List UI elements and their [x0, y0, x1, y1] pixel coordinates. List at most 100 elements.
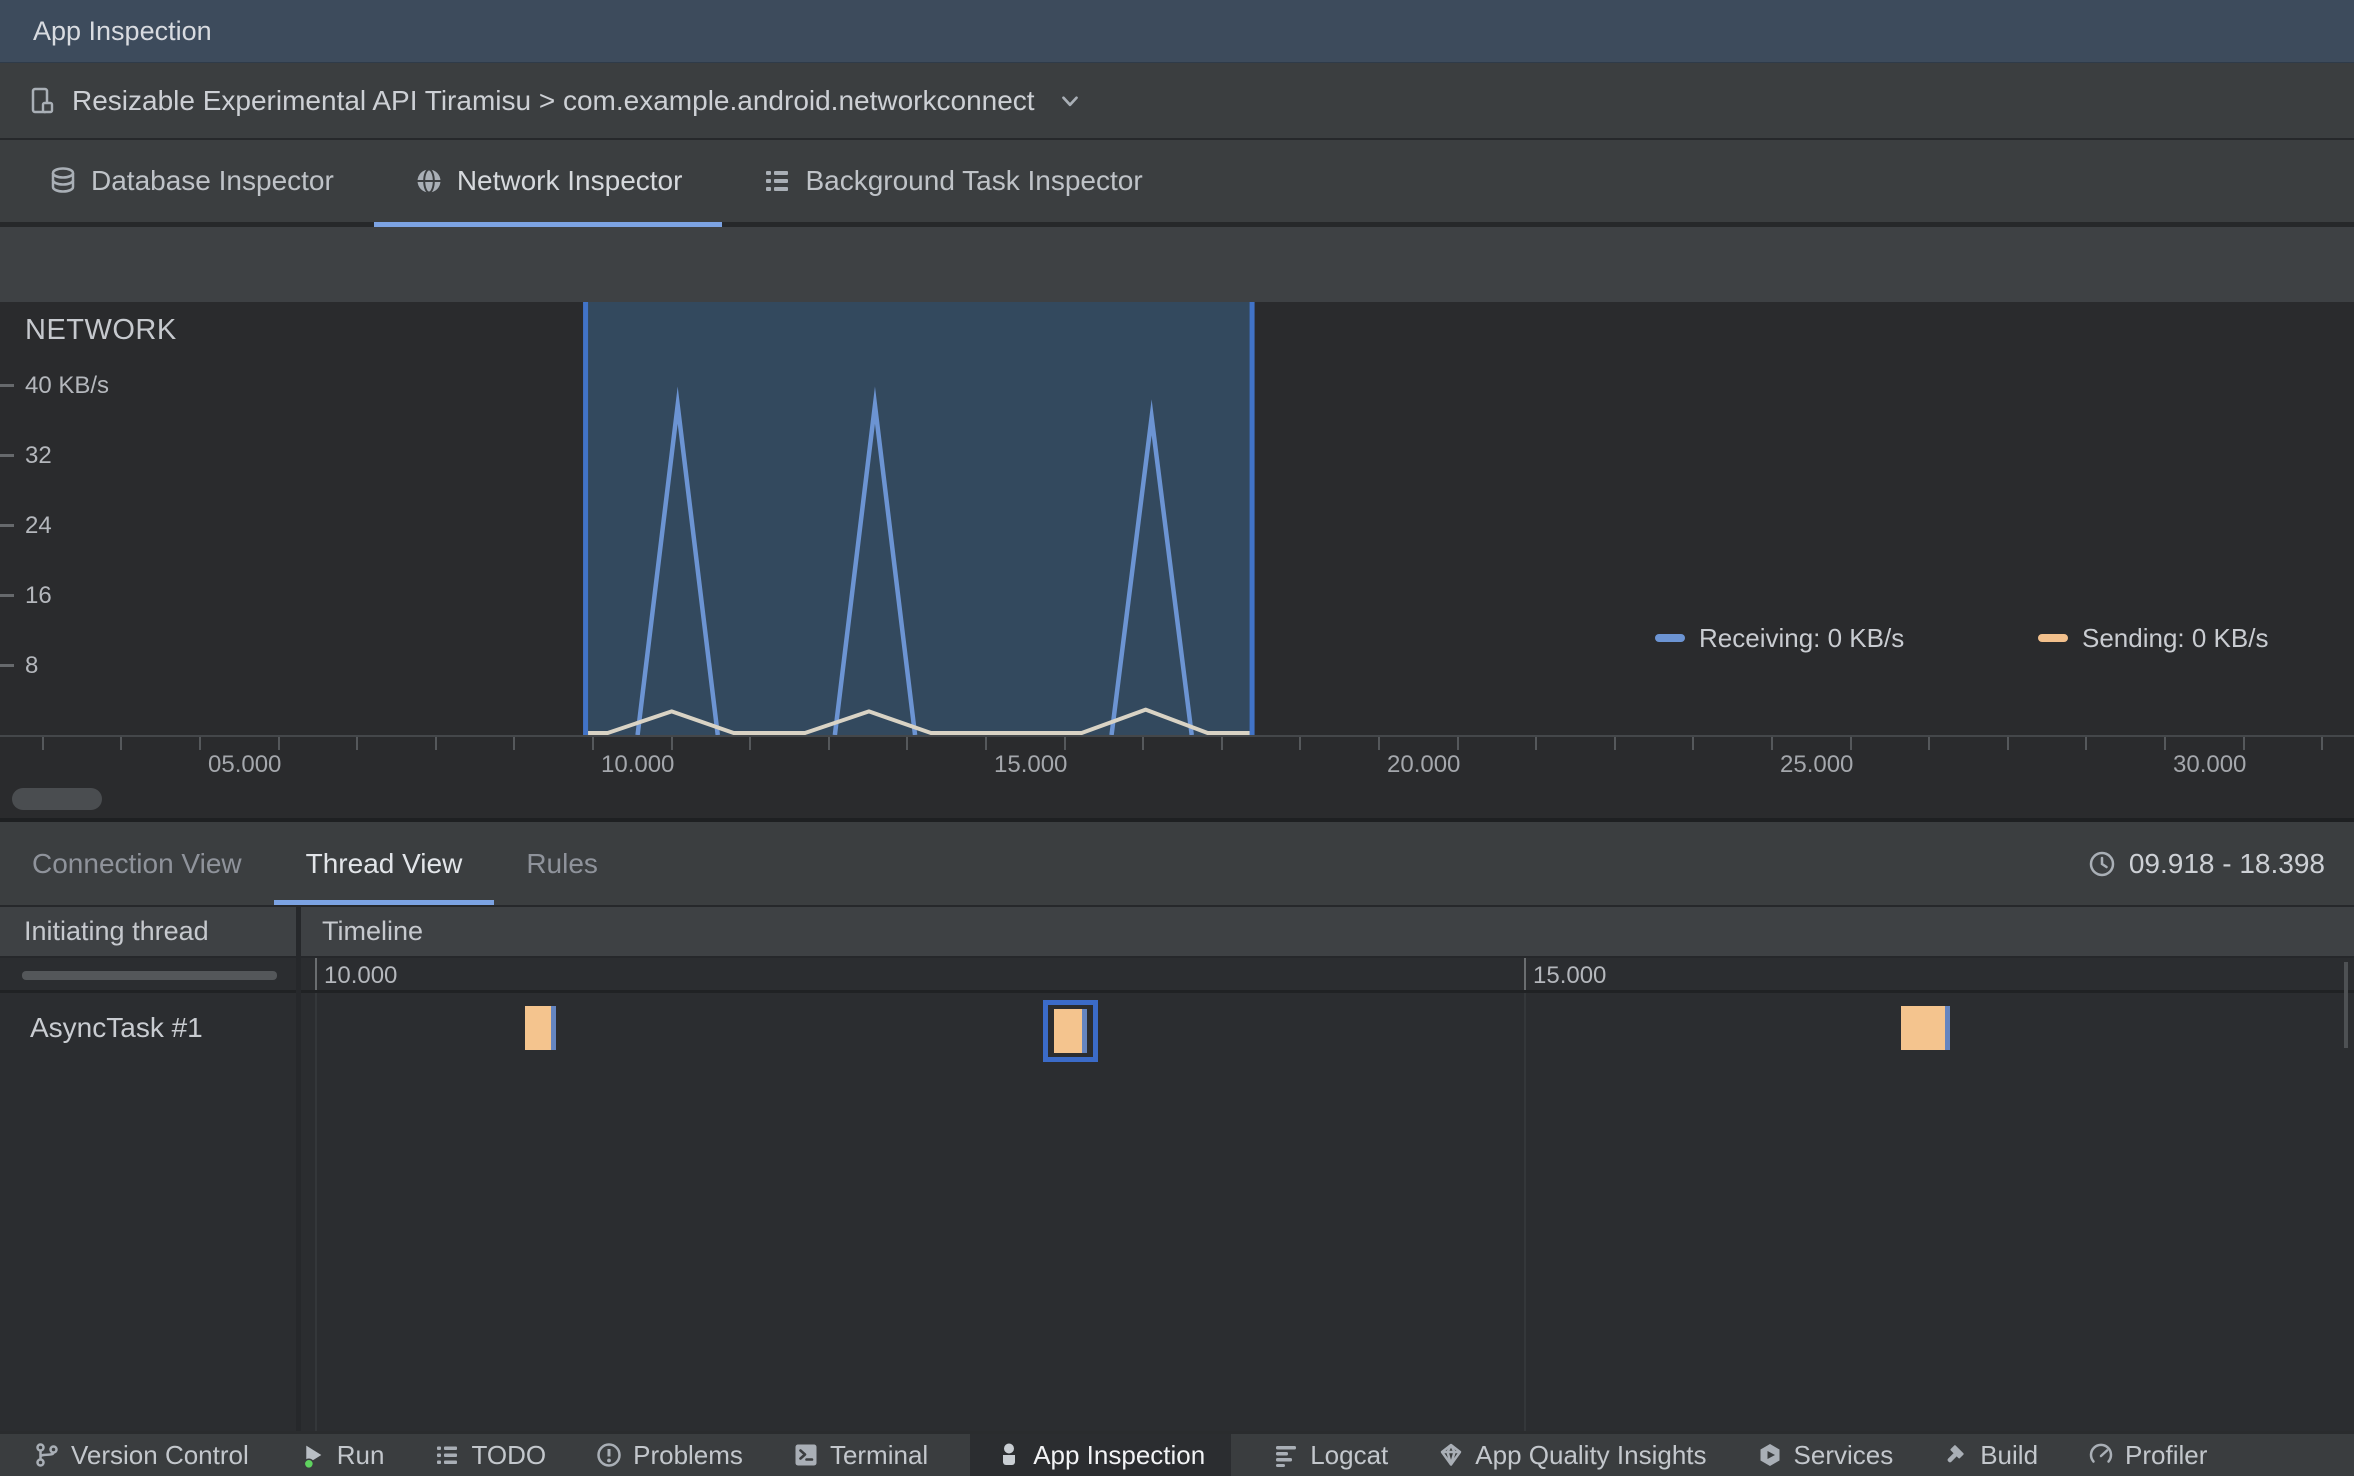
time-axis-tick — [1299, 737, 1302, 750]
statusbar-item-build[interactable]: Build — [1943, 1434, 2038, 1476]
todo-list-icon — [437, 1446, 458, 1464]
statusbar-item-profiler[interactable]: Profiler — [2088, 1434, 2207, 1476]
time-axis-tick — [1220, 737, 1223, 750]
tab-label: Background Task Inspector — [805, 165, 1143, 196]
terminal-icon — [795, 1444, 817, 1466]
hammer-icon — [1947, 1445, 1964, 1463]
toolbar-strip — [0, 227, 2354, 302]
statusbar-item-label: Build — [1980, 1439, 2039, 1470]
time-range-label: 09.918 - 18.398 — [2128, 847, 2325, 879]
statusbar-item-todo[interactable]: TODO — [434, 1434, 546, 1476]
thread-block[interactable] — [1900, 1006, 1950, 1050]
time-axis-label: 05.000 — [208, 751, 282, 778]
legend-label: Sending: 0 KB/s — [2082, 622, 2269, 653]
page-title: App Inspection — [33, 15, 212, 46]
table-header: Initiating thread Timeline — [0, 905, 2354, 958]
thread-block-tail — [1081, 1009, 1087, 1053]
statusbar-item-label: Profiler — [2125, 1439, 2208, 1470]
chart-title: NETWORK — [25, 314, 177, 346]
thread-block — [1053, 1009, 1087, 1053]
time-axis-tick — [120, 737, 123, 750]
tab-label: Connection View — [32, 847, 242, 879]
column-divider[interactable] — [296, 905, 301, 1431]
time-axis-tick — [356, 737, 359, 750]
status-bar: Version Control Run TODO Problems Termin… — [0, 1431, 2354, 1476]
time-axis-tick — [1142, 737, 1145, 750]
resizable-device-icon — [31, 87, 54, 113]
time-axis-label: 20.000 — [1387, 751, 1461, 778]
tab-background-task-inspector[interactable]: Background Task Inspector — [722, 140, 1182, 222]
time-axis-tick — [592, 737, 594, 750]
device-process-label: Resizable Experimental API Tiramisu > co… — [72, 84, 1035, 116]
thread-block[interactable] — [524, 1006, 556, 1050]
app-inspection-window: App Inspection Resizable Experimental AP… — [0, 0, 2354, 1476]
column-header-timeline[interactable]: Timeline — [296, 907, 2354, 956]
table-body: AsyncTask #1 — [0, 993, 2354, 1431]
time-axis-tick — [2085, 737, 2088, 750]
thread-block-tail — [1944, 1006, 1950, 1050]
network-chart[interactable]: NETWORK 40 KB/s 32 24 16 8 Receiving: 0 KB/s… — [0, 302, 2354, 735]
clock-icon — [2089, 851, 2115, 876]
tab-connection-view[interactable]: Connection View — [0, 822, 274, 905]
thread-timeline[interactable] — [0, 993, 2354, 1063]
globe-icon — [417, 168, 441, 194]
statusbar-item-app-quality-insights[interactable]: App Quality Insights — [1438, 1434, 1707, 1476]
statusbar-item-version-control[interactable]: Version Control — [34, 1434, 249, 1476]
diamond-icon — [1441, 1443, 1462, 1466]
time-axis-label: 15.000 — [994, 751, 1068, 778]
time-axis-label: 30.000 — [2173, 751, 2247, 778]
statusbar-item-run[interactable]: Run — [299, 1434, 384, 1476]
statusbar-item-logcat[interactable]: Logcat — [1273, 1434, 1388, 1476]
time-axis-tick — [199, 737, 201, 750]
statusbar-item-label: Logcat — [1310, 1439, 1389, 1470]
time-axis-tick — [985, 737, 987, 750]
time-axis-ruler: 05.000 10.000 15.000 20.000 25.000 30.000 — [0, 735, 2354, 782]
time-axis-tick — [277, 737, 280, 750]
table-ruler-tick — [1524, 958, 1526, 990]
chart-scrollbar-thumb[interactable] — [12, 788, 102, 810]
time-axis-tick — [827, 737, 830, 750]
time-axis-tick — [513, 737, 516, 750]
time-axis-tick — [1378, 737, 1380, 750]
logcat-icon — [1276, 1446, 1297, 1467]
time-axis-tick — [1063, 737, 1066, 750]
time-axis-tick — [749, 737, 752, 750]
app-inspection-icon — [1003, 1443, 1016, 1465]
legend-receiving: Receiving: 0 KB/s — [1655, 623, 1904, 653]
chart-canvas — [583, 302, 1255, 735]
receiving-swatch-icon — [1655, 634, 1685, 642]
column-header-initiating-thread[interactable]: Initiating thread — [0, 907, 296, 956]
thread-block-selected[interactable] — [1042, 1000, 1098, 1062]
run-play-icon — [303, 1445, 322, 1469]
selection-right-handle[interactable] — [1249, 302, 1255, 735]
chart-selection-region[interactable] — [585, 302, 1253, 735]
statusbar-item-problems[interactable]: Problems — [596, 1434, 743, 1476]
tab-thread-view[interactable]: Thread View — [273, 822, 495, 905]
statusbar-item-app-inspection[interactable]: App Inspection — [970, 1434, 1232, 1476]
selection-left-handle[interactable] — [583, 302, 589, 735]
statusbar-item-label: App Quality Insights — [1475, 1439, 1707, 1470]
table-scrollbar-thumb[interactable] — [2344, 962, 2348, 1048]
table-ruler-label: 15.000 — [1533, 962, 1607, 989]
time-axis-tick — [2164, 737, 2166, 750]
statusbar-item-services[interactable]: Services — [1757, 1434, 1894, 1476]
time-axis-tick — [1849, 737, 1852, 750]
chevron-down-icon[interactable] — [1057, 88, 1083, 114]
git-branch-icon — [36, 1443, 58, 1467]
chart-scrollbar-track — [0, 782, 2354, 818]
statusbar-item-terminal[interactable]: Terminal — [793, 1434, 928, 1476]
inspector-tab-bar: Database Inspector Network Inspector Bac… — [0, 140, 2354, 227]
time-axis-tick — [434, 737, 437, 750]
tab-rules[interactable]: Rules — [494, 822, 630, 905]
statusbar-item-label: App Inspection — [1033, 1439, 1206, 1470]
database-icon — [51, 167, 75, 193]
thread-block-tail — [550, 1006, 556, 1050]
time-axis-tick — [41, 737, 44, 750]
statusbar-item-label: TODO — [471, 1439, 547, 1470]
sending-swatch-icon — [2038, 634, 2068, 642]
tab-network-inspector[interactable]: Network Inspector — [373, 140, 723, 227]
tab-label: Thread View — [305, 847, 463, 879]
tab-database-inspector[interactable]: Database Inspector — [8, 140, 374, 222]
device-selector-bar[interactable]: Resizable Experimental API Tiramisu > co… — [0, 63, 2354, 140]
statusbar-item-label: Services — [1793, 1439, 1894, 1470]
